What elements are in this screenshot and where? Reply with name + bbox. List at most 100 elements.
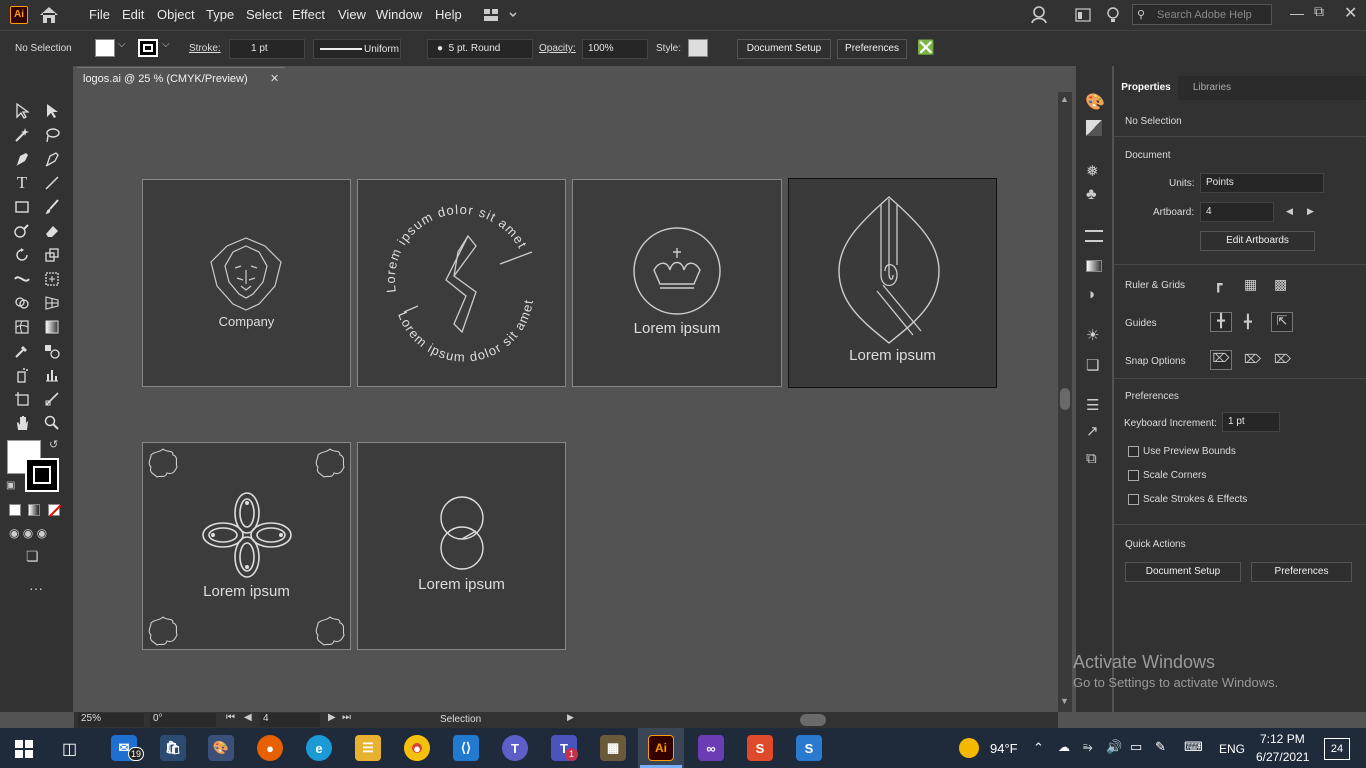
zoom-tool-icon[interactable] — [40, 412, 64, 434]
artboards-panel-icon[interactable]: ⧉ — [1086, 450, 1097, 467]
file-explorer-icon[interactable]: ☰ — [355, 735, 381, 761]
graphic-styles-icon[interactable]: ❏ — [1086, 356, 1099, 374]
zoom-select[interactable]: 25% — [78, 713, 144, 727]
transparency-grid-icon[interactable]: ▩ — [1274, 276, 1287, 293]
shaper-tool-icon[interactable] — [10, 220, 34, 242]
arrange-documents-icon[interactable] — [1075, 8, 1091, 22]
snap-to-grid-icon[interactable]: ⌦ — [1244, 352, 1261, 366]
default-colors-icon[interactable]: ▣ — [6, 480, 15, 491]
first-artboard-icon[interactable]: ⏮ — [226, 712, 235, 723]
chrome-icon[interactable]: ● — [404, 735, 430, 761]
search-help-field[interactable]: ⚲ Search Adobe Help — [1132, 4, 1272, 25]
paint-icon[interactable]: 🎨 — [208, 735, 234, 761]
quick-document-setup-button[interactable]: Document Setup — [1125, 562, 1241, 582]
selection-tool-icon[interactable] — [10, 100, 34, 122]
gradient-mode-icon[interactable] — [28, 504, 40, 516]
task-view-icon[interactable]: ◫ — [62, 739, 77, 759]
color-palette-icon[interactable]: 🎨 — [1085, 92, 1105, 112]
transparency-icon[interactable]: ◑ — [1086, 286, 1095, 303]
export-icon[interactable]: ↗ — [1086, 422, 1099, 440]
stroke-weight-field[interactable]: 1 pt — [229, 39, 305, 59]
document-tab[interactable]: logos.ai @ 25 % (CMYK/Preview) ✕ — [77, 67, 285, 91]
teams-icon[interactable]: T — [502, 735, 528, 761]
scale-tool-icon[interactable] — [40, 244, 64, 266]
color-mode-icon[interactable] — [9, 504, 21, 516]
stroke-panel-icon[interactable] — [1085, 230, 1103, 242]
smart-guides-icon[interactable]: ⇱ — [1271, 312, 1293, 332]
tray-chevron-icon[interactable]: ⌃ — [1033, 740, 1044, 756]
next-artboard-panel-icon[interactable]: ▶ — [1307, 206, 1314, 217]
type-tool-icon[interactable]: T — [10, 172, 34, 194]
stroke-color-box[interactable] — [25, 458, 59, 492]
artboard-4[interactable]: Lorem ipsum — [788, 178, 997, 388]
menu-view[interactable]: View — [338, 7, 366, 22]
paintbrush-icon[interactable] — [40, 196, 64, 218]
vertical-scrollbar[interactable]: ▲ ▼ — [1058, 92, 1072, 712]
free-transform-icon[interactable] — [40, 268, 64, 290]
workspace-switcher-icon[interactable] — [484, 8, 518, 22]
menu-file[interactable]: File — [89, 7, 110, 22]
visual-studio-icon[interactable]: ∞ — [698, 735, 724, 761]
symbols-icon[interactable]: ♣ — [1086, 186, 1097, 204]
artboard-5[interactable]: Lorem ipsum — [142, 442, 351, 650]
scale-strokes-checkbox[interactable] — [1128, 494, 1139, 505]
scroll-down-icon[interactable]: ▼ — [1060, 696, 1069, 706]
gradient-tool-icon[interactable] — [40, 316, 64, 338]
document-setup-button[interactable]: Document Setup — [737, 39, 831, 59]
edge-icon[interactable]: e — [306, 735, 332, 761]
symbol-sprayer-icon[interactable] — [10, 364, 34, 386]
store-icon[interactable]: 🛍 — [160, 735, 186, 761]
close-tab-icon[interactable]: ✕ — [270, 72, 279, 85]
volume-icon[interactable]: 🔊 — [1106, 739, 1122, 755]
rotation-select[interactable]: 0° — [150, 713, 216, 727]
scroll-up-icon[interactable]: ▲ — [1060, 94, 1069, 104]
rotate-tool-icon[interactable] — [10, 244, 34, 266]
stroke-profile-select[interactable]: Uniform — [313, 39, 401, 59]
sublime-icon[interactable]: S — [747, 735, 773, 761]
quick-preferences-button[interactable]: Preferences — [1251, 562, 1352, 582]
perspective-grid-icon[interactable] — [40, 292, 64, 314]
close-window-button[interactable]: ✕ — [1344, 3, 1357, 23]
width-tool-icon[interactable] — [10, 268, 34, 290]
menu-edit[interactable]: Edit — [122, 7, 144, 22]
artboard-2[interactable]: Lorem ipsum dolor sit amet Lorem ipsum d… — [357, 179, 566, 387]
horizontal-scroll-thumb[interactable] — [800, 714, 826, 726]
menu-type[interactable]: Type — [206, 7, 234, 22]
clock-time[interactable]: 7:12 PM — [1260, 732, 1305, 746]
illustrator-icon[interactable]: Ai — [648, 735, 674, 761]
language-indicator[interactable]: ENG — [1219, 742, 1245, 756]
pen-tool-icon[interactable] — [10, 148, 34, 170]
artboard-3[interactable]: Lorem ipsum — [572, 179, 782, 387]
stroke-swatch[interactable] — [138, 39, 158, 57]
snap-to-point-icon[interactable]: ⌦ — [1210, 350, 1232, 370]
snap-to-pixel-icon[interactable]: ⌦ — [1274, 352, 1291, 366]
notifications-button[interactable]: 24 — [1324, 738, 1350, 760]
none-mode-icon[interactable] — [48, 504, 61, 517]
vertical-scroll-thumb[interactable] — [1060, 388, 1070, 410]
slice-tool-icon[interactable] — [40, 388, 64, 410]
wifi-icon[interactable]: ⥱ — [1083, 740, 1093, 755]
lasso-icon[interactable] — [40, 124, 64, 146]
canvas[interactable]: Company Lorem ipsum dolor sit amet Lorem… — [74, 92, 1058, 712]
draw-mode-icon[interactable]: ◉ ◉ ◉ — [9, 526, 47, 540]
style-swatch[interactable] — [688, 39, 708, 57]
menu-window[interactable]: Window — [376, 7, 422, 22]
clock-date[interactable]: 6/27/2021 — [1256, 750, 1309, 764]
next-artboard-icon[interactable]: ▶ — [328, 712, 336, 723]
restore-window-button[interactable]: ⧉ — [1314, 3, 1324, 20]
artboard-1[interactable]: Company — [142, 179, 351, 387]
artboard-tool-icon[interactable] — [10, 388, 34, 410]
menu-effect[interactable]: Effect — [292, 7, 325, 22]
fill-swatch[interactable] — [95, 39, 115, 57]
shape-builder-icon[interactable] — [10, 292, 34, 314]
magic-wand-icon[interactable] — [10, 124, 34, 146]
home-icon[interactable] — [38, 5, 60, 25]
lock-guides-icon[interactable]: ╋ — [1244, 314, 1252, 330]
curvature-tool-icon[interactable] — [40, 148, 64, 170]
tab-libraries[interactable]: Libraries — [1182, 76, 1242, 100]
video-editor-icon[interactable]: ▦ — [600, 735, 626, 761]
mesh-tool-icon[interactable] — [10, 316, 34, 338]
fill-dropdown-icon[interactable]: ⌵ — [118, 39, 126, 50]
column-graph-icon[interactable] — [40, 364, 64, 386]
sql-app-icon[interactable]: S — [796, 735, 822, 761]
